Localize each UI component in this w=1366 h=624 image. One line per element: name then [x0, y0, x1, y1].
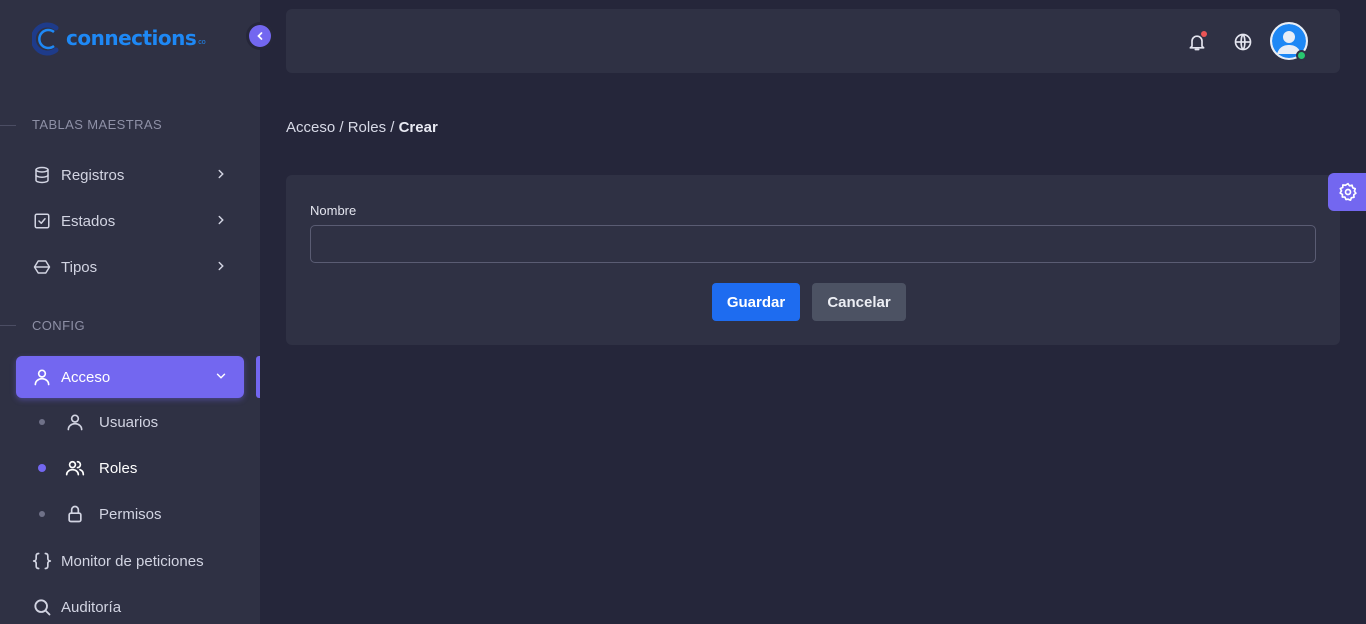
bullet-dot-active [38, 464, 46, 472]
save-button[interactable]: Guardar [712, 283, 800, 321]
chevron-right-icon [214, 259, 228, 277]
box-icon [32, 257, 52, 277]
breadcrumb-separator: / [386, 119, 399, 136]
user-icon [65, 412, 85, 432]
checkbox-icon [32, 211, 52, 231]
user-icon [32, 367, 52, 387]
sidebar-item-label: Monitor de peticiones [61, 552, 204, 570]
sidebar-item-label: Acceso [61, 368, 111, 386]
bullet-dot [39, 511, 45, 517]
section-divider [0, 325, 16, 326]
sidebar-subitem-permisos[interactable]: Permisos [16, 494, 244, 534]
sidebar-subitem-label: Permisos [99, 505, 162, 523]
braces-icon [32, 551, 52, 571]
active-indicator [256, 356, 260, 398]
name-input[interactable] [310, 225, 1316, 263]
sidebar-item-label: Registros [61, 166, 125, 184]
brand-suffix: co [198, 38, 206, 46]
sidebar-item-estados[interactable]: Estados [16, 200, 244, 242]
sidebar-item-label: Estados [61, 212, 116, 230]
notifications-button[interactable] [1186, 31, 1208, 53]
customizer-toggle-button[interactable] [1328, 173, 1366, 211]
brand-name: connections [66, 26, 197, 50]
chevron-right-icon [214, 213, 228, 231]
breadcrumb-current: Crear [398, 119, 438, 136]
sidebar-subitem-usuarios[interactable]: Usuarios [16, 402, 244, 442]
sidebar-item-monitor[interactable]: Monitor de peticiones [16, 540, 244, 582]
chevron-down-icon [214, 369, 228, 387]
chevron-left-icon [257, 32, 263, 40]
gear-icon [1339, 182, 1357, 201]
sidebar: connections co TABLAS MAESTRAS Registros… [0, 0, 260, 624]
notification-dot [1201, 31, 1207, 37]
sidebar-item-registros[interactable]: Registros [16, 154, 244, 196]
sidebar-item-label: Auditoría [61, 598, 122, 616]
search-icon [32, 597, 52, 617]
breadcrumb-roles[interactable]: Roles [348, 119, 386, 136]
breadcrumb-acceso[interactable]: Acceso [286, 119, 335, 136]
name-label: Nombre [310, 203, 357, 218]
sidebar-item-tipos[interactable]: Tipos [16, 246, 244, 288]
section-divider [0, 125, 16, 126]
role-form-card: Nombre Guardar Cancelar [286, 175, 1340, 345]
breadcrumb: Acceso / Roles / Crear [286, 119, 438, 136]
breadcrumb-separator: / [335, 119, 348, 136]
bullet-dot [39, 419, 45, 425]
section-title-config: CONFIG [32, 318, 85, 333]
brand-logo[interactable]: connections co [32, 18, 206, 58]
online-status-dot [1296, 50, 1307, 61]
language-button[interactable] [1232, 31, 1254, 53]
sidebar-subitem-roles[interactable]: Roles [16, 448, 244, 488]
logo-icon [32, 22, 59, 56]
sidebar-subitem-label: Roles [99, 459, 138, 477]
database-icon [32, 165, 52, 185]
lock-icon [65, 504, 85, 524]
chevron-right-icon [214, 167, 228, 185]
users-icon [65, 458, 85, 478]
globe-icon [1234, 33, 1252, 51]
sidebar-item-auditoria[interactable]: Auditoría [16, 586, 244, 624]
sidebar-collapse-button[interactable] [246, 22, 274, 50]
sidebar-item-label: Tipos [61, 258, 98, 276]
sidebar-subitem-label: Usuarios [99, 413, 159, 431]
cancel-button[interactable]: Cancelar [812, 283, 906, 321]
section-title-tablas: TABLAS MAESTRAS [32, 117, 163, 132]
sidebar-item-acceso[interactable]: Acceso [16, 356, 244, 398]
topbar [286, 9, 1340, 73]
